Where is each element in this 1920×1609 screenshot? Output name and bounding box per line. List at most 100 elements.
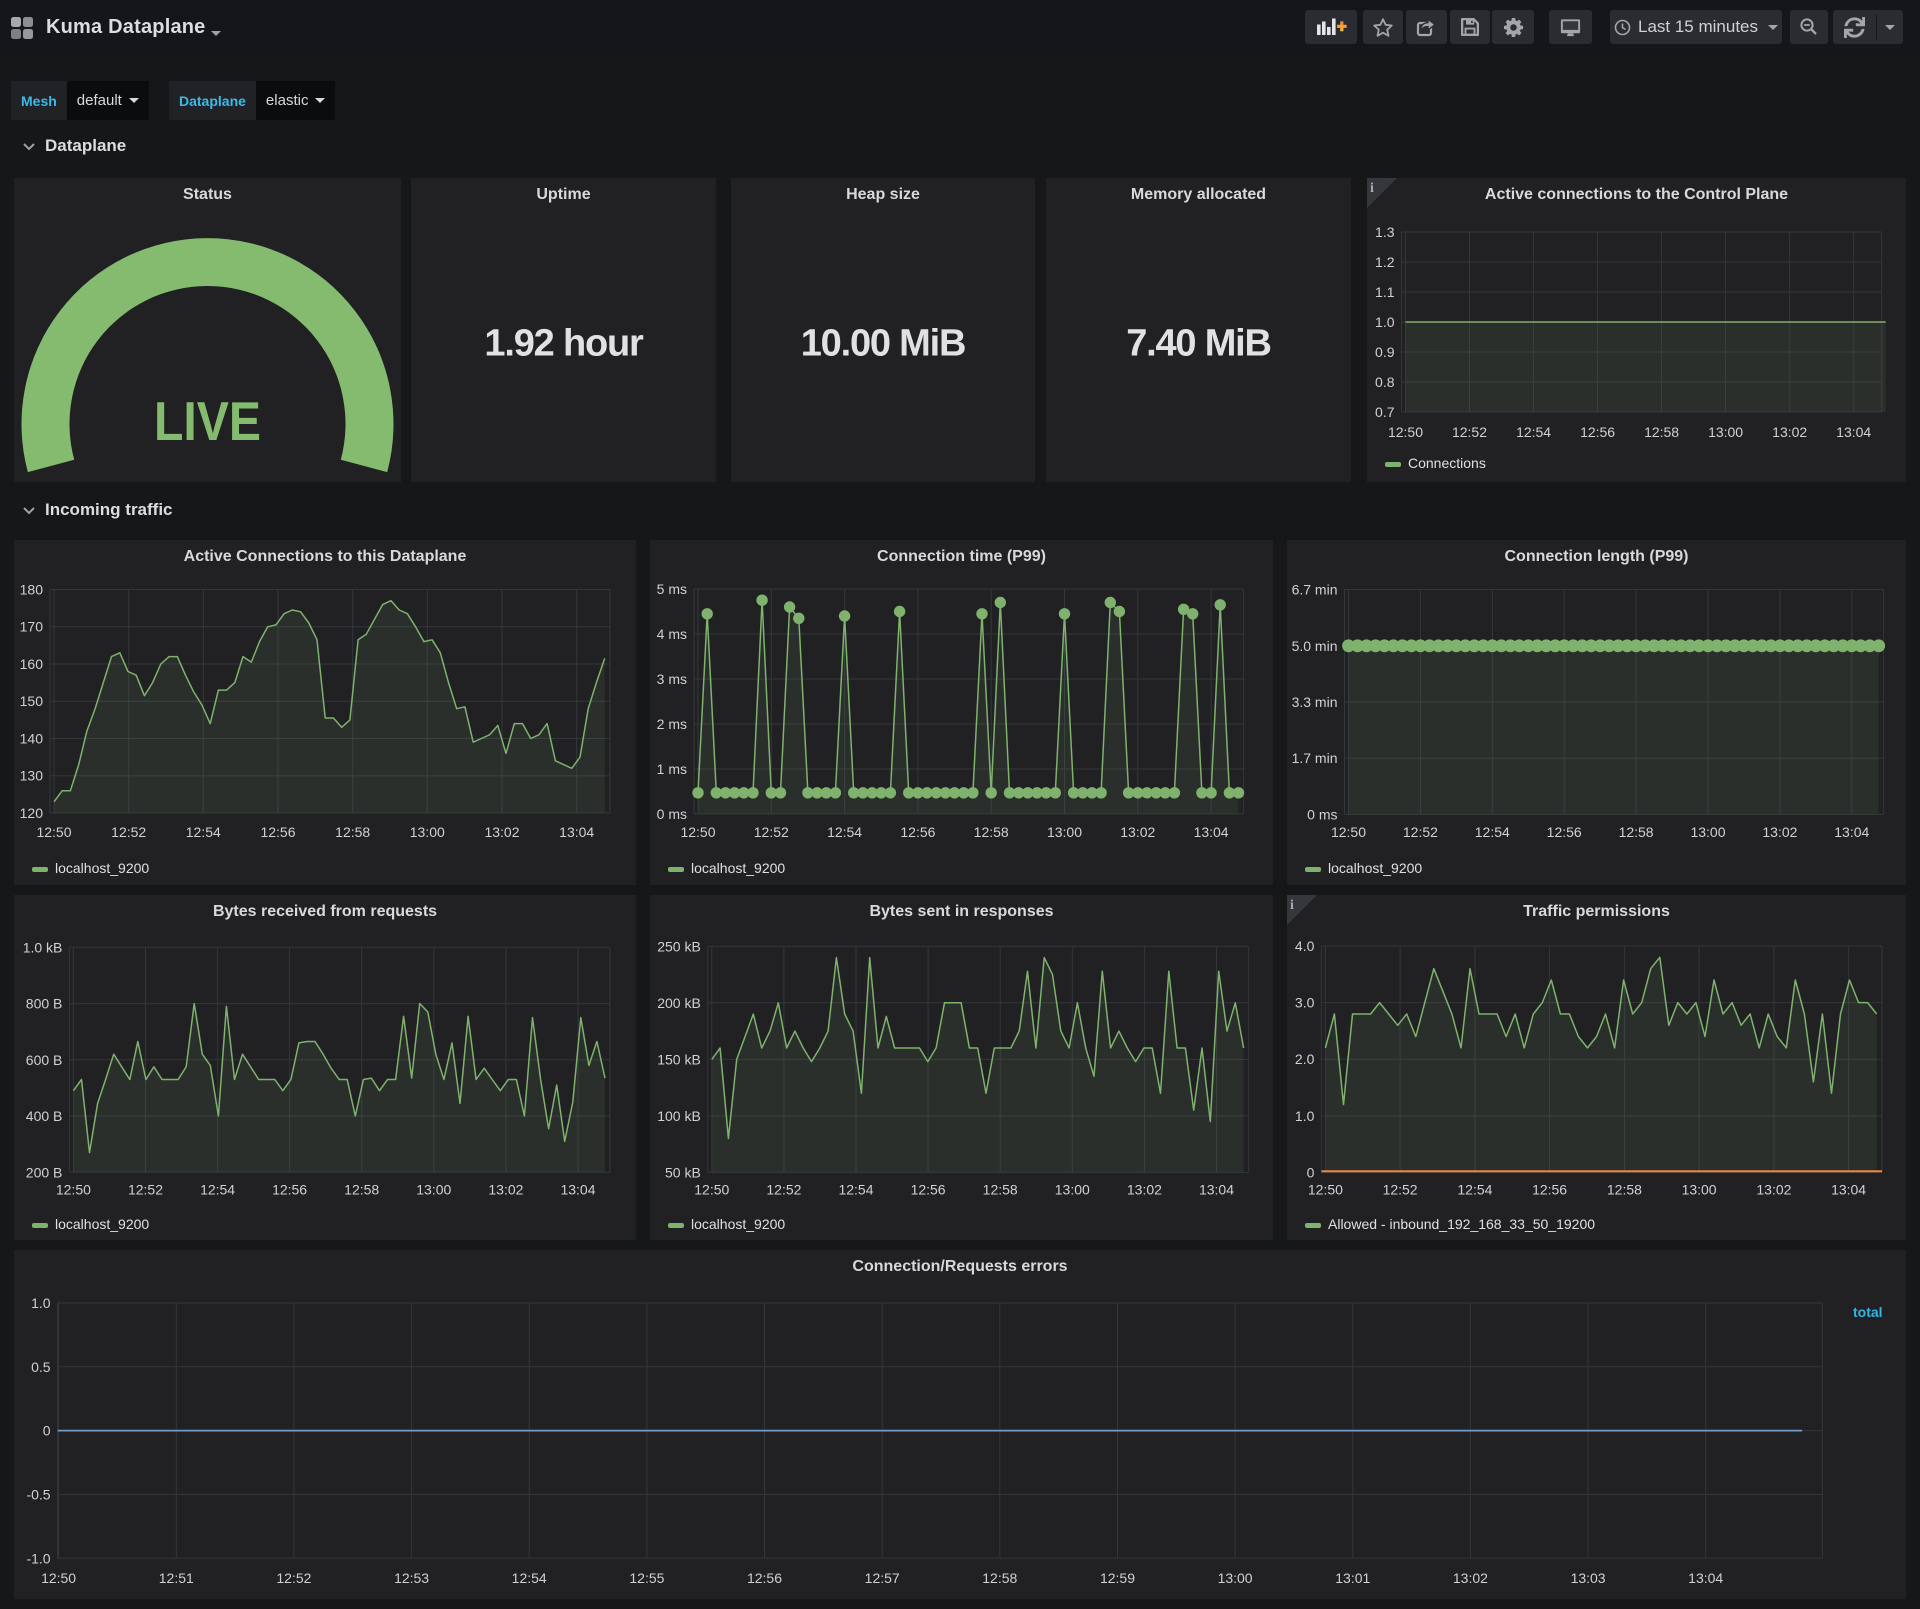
svg-text:-0.5: -0.5 [26, 1487, 50, 1503]
svg-text:0.7: 0.7 [1375, 404, 1395, 420]
svg-text:12:54: 12:54 [827, 824, 862, 840]
svg-text:12:58: 12:58 [1619, 824, 1654, 840]
svg-text:13:01: 13:01 [1335, 1570, 1370, 1586]
svg-text:0 ms: 0 ms [657, 806, 687, 822]
svg-text:12:56: 12:56 [911, 1182, 946, 1198]
svg-text:12:50: 12:50 [694, 1182, 729, 1198]
svg-text:800 B: 800 B [26, 996, 63, 1012]
svg-text:13:04: 13:04 [1831, 1182, 1866, 1198]
svg-text:12:53: 12:53 [394, 1570, 429, 1586]
svg-text:13:03: 13:03 [1571, 1570, 1606, 1586]
svg-text:12:50: 12:50 [56, 1182, 91, 1198]
svg-text:13:02: 13:02 [484, 824, 519, 840]
svg-text:1.2: 1.2 [1375, 254, 1395, 270]
svg-text:13:00: 13:00 [1708, 424, 1743, 440]
svg-text:3.0: 3.0 [1295, 995, 1315, 1011]
svg-text:5.0 min: 5.0 min [1292, 638, 1338, 654]
svg-text:12:56: 12:56 [1580, 424, 1615, 440]
svg-text:12:55: 12:55 [629, 1570, 664, 1586]
svg-text:12:59: 12:59 [1100, 1570, 1135, 1586]
svg-text:4 ms: 4 ms [657, 626, 687, 642]
svg-text:12:56: 12:56 [260, 824, 295, 840]
svg-text:12:54: 12:54 [186, 824, 221, 840]
svg-text:2.0: 2.0 [1295, 1051, 1315, 1067]
svg-text:200 kB: 200 kB [657, 995, 701, 1011]
svg-text:140: 140 [20, 731, 44, 747]
svg-text:6.7 min: 6.7 min [1292, 582, 1338, 598]
svg-text:1.1: 1.1 [1375, 284, 1395, 300]
svg-text:1.0: 1.0 [1375, 314, 1395, 330]
svg-text:120: 120 [20, 805, 44, 821]
svg-text:12:56: 12:56 [1547, 824, 1582, 840]
svg-text:12:54: 12:54 [1457, 1182, 1492, 1198]
svg-text:170: 170 [20, 619, 44, 635]
svg-text:12:51: 12:51 [159, 1570, 194, 1586]
svg-text:12:54: 12:54 [200, 1182, 235, 1198]
svg-text:13:00: 13:00 [1047, 824, 1082, 840]
svg-text:LIVE: LIVE [154, 390, 261, 452]
svg-text:13:02: 13:02 [1120, 824, 1155, 840]
svg-text:0: 0 [43, 1423, 51, 1439]
svg-text:0.5: 0.5 [31, 1359, 51, 1375]
svg-text:12:56: 12:56 [747, 1570, 782, 1586]
svg-text:12:50: 12:50 [1308, 1182, 1343, 1198]
svg-text:1 ms: 1 ms [657, 761, 687, 777]
svg-text:12:52: 12:52 [128, 1182, 163, 1198]
svg-text:12:56: 12:56 [272, 1182, 307, 1198]
svg-text:150: 150 [20, 693, 44, 709]
svg-text:0 ms: 0 ms [1307, 807, 1337, 823]
svg-text:13:02: 13:02 [1127, 1182, 1162, 1198]
svg-text:0.8: 0.8 [1375, 374, 1395, 390]
svg-text:12:52: 12:52 [1452, 424, 1487, 440]
svg-text:12:54: 12:54 [1516, 424, 1551, 440]
svg-text:12:50: 12:50 [36, 824, 71, 840]
svg-text:12:52: 12:52 [766, 1182, 801, 1198]
svg-text:180: 180 [20, 582, 44, 598]
svg-text:12:50: 12:50 [680, 824, 715, 840]
svg-text:12:58: 12:58 [344, 1182, 379, 1198]
svg-text:12:52: 12:52 [754, 824, 789, 840]
svg-text:1.3: 1.3 [1375, 224, 1395, 240]
svg-text:130: 130 [20, 768, 44, 784]
svg-text:12:58: 12:58 [982, 1570, 1017, 1586]
svg-text:13:00: 13:00 [1055, 1182, 1090, 1198]
svg-text:13:04: 13:04 [1688, 1570, 1723, 1586]
svg-text:1.0: 1.0 [1295, 1108, 1315, 1124]
svg-text:4.0: 4.0 [1295, 938, 1315, 954]
svg-text:13:02: 13:02 [1762, 824, 1797, 840]
svg-text:12:54: 12:54 [512, 1570, 547, 1586]
svg-text:13:00: 13:00 [410, 824, 445, 840]
svg-text:12:58: 12:58 [974, 824, 1009, 840]
svg-text:13:04: 13:04 [560, 1182, 595, 1198]
svg-text:13:00: 13:00 [416, 1182, 451, 1198]
svg-text:12:54: 12:54 [1475, 824, 1510, 840]
svg-text:-1.0: -1.0 [26, 1550, 50, 1566]
svg-text:0.9: 0.9 [1375, 344, 1395, 360]
svg-text:13:04: 13:04 [1834, 824, 1869, 840]
svg-text:12:58: 12:58 [335, 824, 370, 840]
svg-text:200 B: 200 B [26, 1164, 63, 1180]
svg-text:12:57: 12:57 [865, 1570, 900, 1586]
svg-text:600 B: 600 B [26, 1052, 63, 1068]
svg-text:160: 160 [20, 656, 44, 672]
svg-text:13:02: 13:02 [1772, 424, 1807, 440]
svg-text:12:58: 12:58 [1607, 1182, 1642, 1198]
svg-text:100 kB: 100 kB [657, 1108, 701, 1124]
svg-text:12:56: 12:56 [900, 824, 935, 840]
svg-text:12:58: 12:58 [983, 1182, 1018, 1198]
svg-text:1.7 min: 1.7 min [1292, 750, 1338, 766]
svg-text:13:02: 13:02 [488, 1182, 523, 1198]
svg-text:12:56: 12:56 [1532, 1182, 1567, 1198]
svg-text:12:54: 12:54 [838, 1182, 873, 1198]
svg-text:13:02: 13:02 [1453, 1570, 1488, 1586]
svg-text:13:00: 13:00 [1690, 824, 1725, 840]
svg-text:13:04: 13:04 [1836, 424, 1871, 440]
svg-text:3 ms: 3 ms [657, 671, 687, 687]
svg-text:12:58: 12:58 [1644, 424, 1679, 440]
svg-text:12:50: 12:50 [41, 1570, 76, 1586]
svg-text:13:04: 13:04 [1194, 824, 1229, 840]
svg-text:0: 0 [1307, 1165, 1315, 1181]
svg-text:400 B: 400 B [26, 1108, 63, 1124]
svg-text:5 ms: 5 ms [657, 581, 687, 597]
svg-text:13:00: 13:00 [1218, 1570, 1253, 1586]
